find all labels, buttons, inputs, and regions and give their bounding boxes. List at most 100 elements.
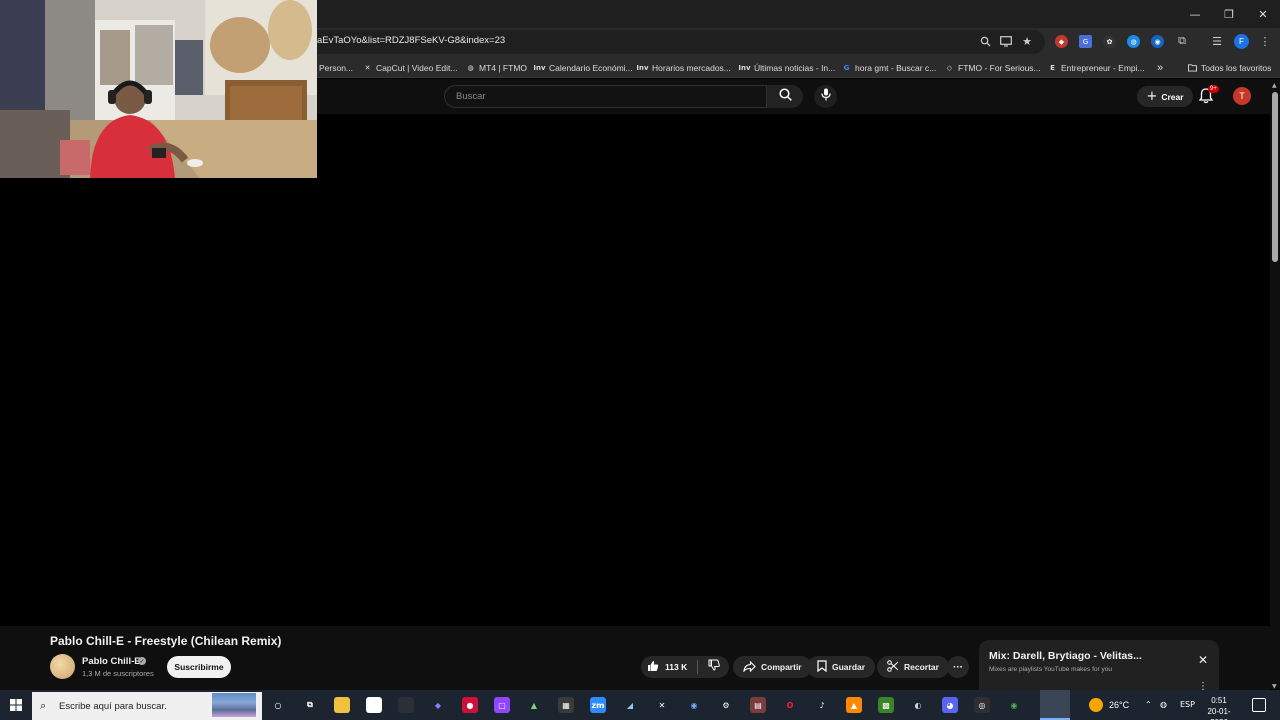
share-arrow-icon: [743, 660, 756, 674]
investing-icon: Inv: [533, 63, 546, 72]
maximize-icon[interactable]: ❐: [1212, 0, 1246, 28]
network-icon[interactable]: ◍: [1160, 700, 1167, 709]
bookmark-item[interactable]: Inv Horarios mercados...: [636, 61, 730, 74]
bookmark-save-icon: [817, 660, 827, 674]
archive-icon[interactable]: ▤: [750, 697, 766, 713]
bookmark-item[interactable]: Inv Calendario Económi...: [533, 61, 632, 74]
video-player[interactable]: [0, 114, 1270, 626]
blank-app-icon[interactable]: [398, 697, 414, 713]
extension-blue-icon[interactable]: ◍: [1127, 35, 1140, 48]
extension-red-icon[interactable]: ◆: [1055, 35, 1068, 48]
windows-start-icon[interactable]: [0, 690, 32, 720]
translate-extension-icon[interactable]: G: [1079, 35, 1092, 48]
bookmark-item[interactable]: ✕ CapCut | Video Edit...: [363, 61, 458, 74]
active-app-highlight: [1040, 690, 1070, 720]
create-label: Crear: [1161, 91, 1184, 102]
search-icon: [778, 87, 792, 106]
extension-dark-icon[interactable]: ✿: [1103, 35, 1116, 48]
temperature[interactable]: 26°C: [1109, 700, 1129, 710]
mix-title: Mix: Darell, Brytiago - Velitas...: [989, 650, 1142, 662]
show-hidden-icons-icon[interactable]: ⌃: [1145, 700, 1152, 709]
minimize-icon[interactable]: —: [1178, 0, 1212, 28]
chrome-menu-icon[interactable]: ⋮: [1258, 34, 1272, 48]
clock-date: 20-01-2026: [1207, 707, 1231, 720]
profile-avatar[interactable]: F: [1234, 34, 1249, 49]
cortana-icon[interactable]: ○: [270, 697, 286, 713]
bookmark-item[interactable]: E Entrepreneur - Empi...: [1048, 61, 1145, 74]
search-button[interactable]: [767, 85, 803, 108]
mix-playlist-panel[interactable]: Mix: Darell, Brytiago - Velitas... Mixes…: [979, 640, 1219, 690]
clip-button[interactable]: Recortar: [877, 656, 949, 678]
microphone-icon: [820, 88, 831, 106]
webcam-scene-image: [0, 0, 317, 178]
zoom-icon[interactable]: [978, 34, 992, 48]
thumbs-up-icon: [647, 660, 659, 674]
bookmark-item[interactable]: G hora gmt - Buscar c...: [842, 61, 937, 74]
discord-icon[interactable]: ◕: [942, 697, 958, 713]
subscribe-button[interactable]: Suscribirme: [167, 656, 231, 678]
url-text[interactable]: aEvTaOYo&list=RDZJ8FSeKV-G8&index=23: [317, 35, 505, 46]
bookmark-item[interactable]: Person...: [319, 61, 353, 74]
more-actions-button[interactable]: ···: [947, 656, 969, 678]
clip-label: Recortar: [904, 662, 939, 672]
opera-icon[interactable]: O: [782, 697, 798, 713]
voice-search-button[interactable]: [814, 85, 837, 108]
bookmark-item[interactable]: ◇ FTMO - For Serious...: [945, 61, 1041, 74]
all-bookmarks-label: Todos los favoritos: [1201, 62, 1272, 73]
tiktok-icon[interactable]: ♪: [814, 697, 830, 713]
windows-taskbar: ⌕ Escribe aquí para buscar. ○ ⧉ ◆ ● ▢ ▲ ▦ zm ◢ ✕ ◉…: [0, 690, 1280, 720]
calculator-icon[interactable]: ▦: [558, 697, 574, 713]
zoom-icon[interactable]: zm: [590, 697, 606, 713]
settings-icon[interactable]: ⚙: [718, 697, 734, 713]
dislike-button[interactable]: [701, 656, 727, 678]
obs-icon[interactable]: ◎: [974, 697, 990, 713]
channel-avatar[interactable]: [50, 654, 75, 679]
channel-name[interactable]: Pablo Chill-E: [82, 656, 141, 667]
twitch-icon[interactable]: ▢: [494, 697, 510, 713]
close-icon[interactable]: ✕: [1197, 653, 1209, 667]
vlc-icon[interactable]: ▲: [846, 697, 862, 713]
copilot-icon[interactable]: ◆: [430, 697, 446, 713]
task-view-icon[interactable]: ⧉: [302, 697, 318, 713]
minecraft-icon[interactable]: ▩: [878, 697, 894, 713]
all-bookmarks-folder[interactable]: Todos los favoritos: [1188, 61, 1271, 74]
scroll-up-arrow-icon[interactable]: ▲: [1272, 82, 1277, 89]
bookmarks-overflow-icon[interactable]: »: [1157, 61, 1163, 74]
account-avatar[interactable]: T: [1233, 87, 1251, 105]
system-clock[interactable]: 0:51 20-01-2026: [1200, 695, 1238, 720]
folder-icon: [1188, 63, 1197, 72]
bookmark-label: hora gmt - Buscar c...: [855, 62, 937, 73]
reading-list-icon[interactable]: ☰: [1210, 34, 1224, 48]
chrome-icon[interactable]: ◉: [1006, 697, 1022, 713]
notifications-badge: 9+: [1208, 85, 1219, 93]
bookmark-star-icon[interactable]: ★: [1020, 34, 1034, 48]
triangle-app-icon[interactable]: ▲: [526, 697, 542, 713]
extension-circle-icon[interactable]: ◉: [1151, 35, 1164, 48]
capcut-icon[interactable]: ✕: [654, 697, 670, 713]
red-app-icon[interactable]: ●: [462, 697, 478, 713]
scroll-down-arrow-icon[interactable]: ▼: [1272, 683, 1277, 690]
search-input[interactable]: Buscar: [444, 85, 767, 108]
share-button[interactable]: Compartir: [733, 656, 812, 678]
like-button[interactable]: 113 K: [641, 656, 696, 678]
bookmark-label: FTMO - For Serious...: [958, 62, 1041, 73]
app-blue-icon[interactable]: ◉: [686, 697, 702, 713]
notepad-icon[interactable]: ◢: [622, 697, 638, 713]
weather-sun-icon[interactable]: [1089, 698, 1103, 712]
window-controls: — ❐ ✕: [1178, 0, 1280, 28]
language-indicator[interactable]: ESP: [1180, 700, 1195, 709]
file-icon[interactable]: [366, 697, 382, 713]
scrollbar-thumb[interactable]: [1272, 92, 1278, 262]
install-app-icon[interactable]: [999, 34, 1013, 48]
plus-icon: +: [1146, 89, 1158, 104]
save-button[interactable]: Guardar: [807, 656, 876, 678]
bookmark-item[interactable]: ◍ MT4 | FTMO: [466, 61, 527, 74]
bookmark-item[interactable]: Inv Últimas noticias - In...: [738, 61, 835, 74]
create-button[interactable]: + Crear: [1137, 86, 1193, 107]
steam-icon[interactable]: ◐: [910, 697, 926, 713]
notifications-icon[interactable]: [1252, 698, 1266, 712]
file-explorer-icon[interactable]: [334, 697, 350, 713]
close-window-icon[interactable]: ✕: [1246, 0, 1280, 28]
verified-check-icon: ✓: [138, 657, 146, 665]
extensions-puzzle-icon[interactable]: ⧉: [1175, 34, 1189, 48]
